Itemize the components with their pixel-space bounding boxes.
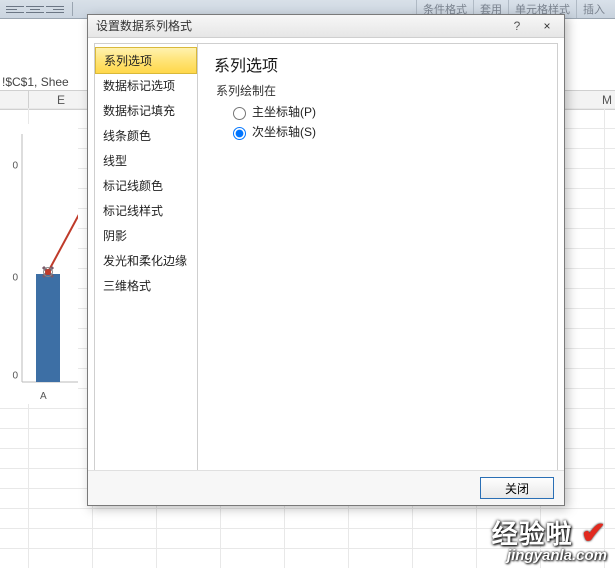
col-header-e[interactable]: E	[29, 91, 94, 109]
dialog-footer: 关闭	[88, 470, 564, 505]
format-data-series-dialog: 设置数据系列格式 ? × 系列选项 数据标记选项 数据标记填充 线条颜色 线型 …	[87, 14, 565, 506]
nav-item-3d[interactable]: 三维格式	[95, 273, 197, 298]
radio-input-primary[interactable]	[233, 107, 246, 120]
nav-item-line-color[interactable]: 线条颜色	[95, 123, 197, 148]
chart-xlabel: A	[40, 391, 47, 402]
nav-item-marker-fill[interactable]: 数据标记填充	[95, 98, 197, 123]
nav-item-marker-options[interactable]: 数据标记选项	[95, 73, 197, 98]
radio-label: 主坐标轴(P)	[252, 103, 316, 120]
nav-item-glow[interactable]: 发光和柔化边缘	[95, 248, 197, 273]
dialog-nav-list: 系列选项 数据标记选项 数据标记填充 线条颜色 线型 标记线颜色 标记线样式 阴…	[94, 43, 198, 471]
ribbon-item-insert[interactable]: 插入	[576, 0, 611, 18]
nav-item-line-style[interactable]: 线型	[95, 148, 197, 173]
nav-item-marker-line-style[interactable]: 标记线样式	[95, 198, 197, 223]
content-heading: 系列选项	[214, 52, 541, 76]
align-left-icon[interactable]	[6, 2, 24, 16]
chart-svg	[0, 124, 78, 404]
radio-primary-axis[interactable]: 主坐标轴(P)	[228, 103, 541, 120]
nav-item-marker-line-color[interactable]: 标记线颜色	[95, 173, 197, 198]
close-button[interactable]: 关闭	[480, 477, 554, 499]
nav-item-series-options[interactable]: 系列选项	[95, 47, 197, 74]
col-header[interactable]	[0, 91, 29, 109]
dialog-content-pane: 系列选项 系列绘制在 主坐标轴(P) 次坐标轴(S)	[198, 43, 558, 471]
align-right-icon[interactable]	[46, 2, 64, 16]
group-label: 系列绘制在	[216, 82, 541, 99]
nav-item-shadow[interactable]: 阴影	[95, 223, 197, 248]
close-icon[interactable]: ×	[536, 15, 558, 37]
radio-label: 次坐标轴(S)	[252, 123, 316, 140]
radio-secondary-axis[interactable]: 次坐标轴(S)	[228, 123, 541, 140]
chart-fragment[interactable]: 0 0 0 A	[0, 124, 78, 404]
dialog-title: 设置数据系列格式	[96, 19, 192, 33]
dialog-body: 系列选项 数据标记选项 数据标记填充 线条颜色 线型 标记线颜色 标记线样式 阴…	[94, 43, 558, 471]
align-center-icon[interactable]	[26, 2, 44, 16]
col-header-m[interactable]: M	[575, 91, 615, 109]
radio-input-secondary[interactable]	[233, 127, 246, 140]
separator	[72, 2, 73, 16]
formula-bar-fragment: !$C$1, Shee	[0, 72, 69, 92]
dialog-title-bar[interactable]: 设置数据系列格式 ? ×	[88, 15, 564, 38]
help-icon[interactable]: ?	[506, 15, 528, 37]
